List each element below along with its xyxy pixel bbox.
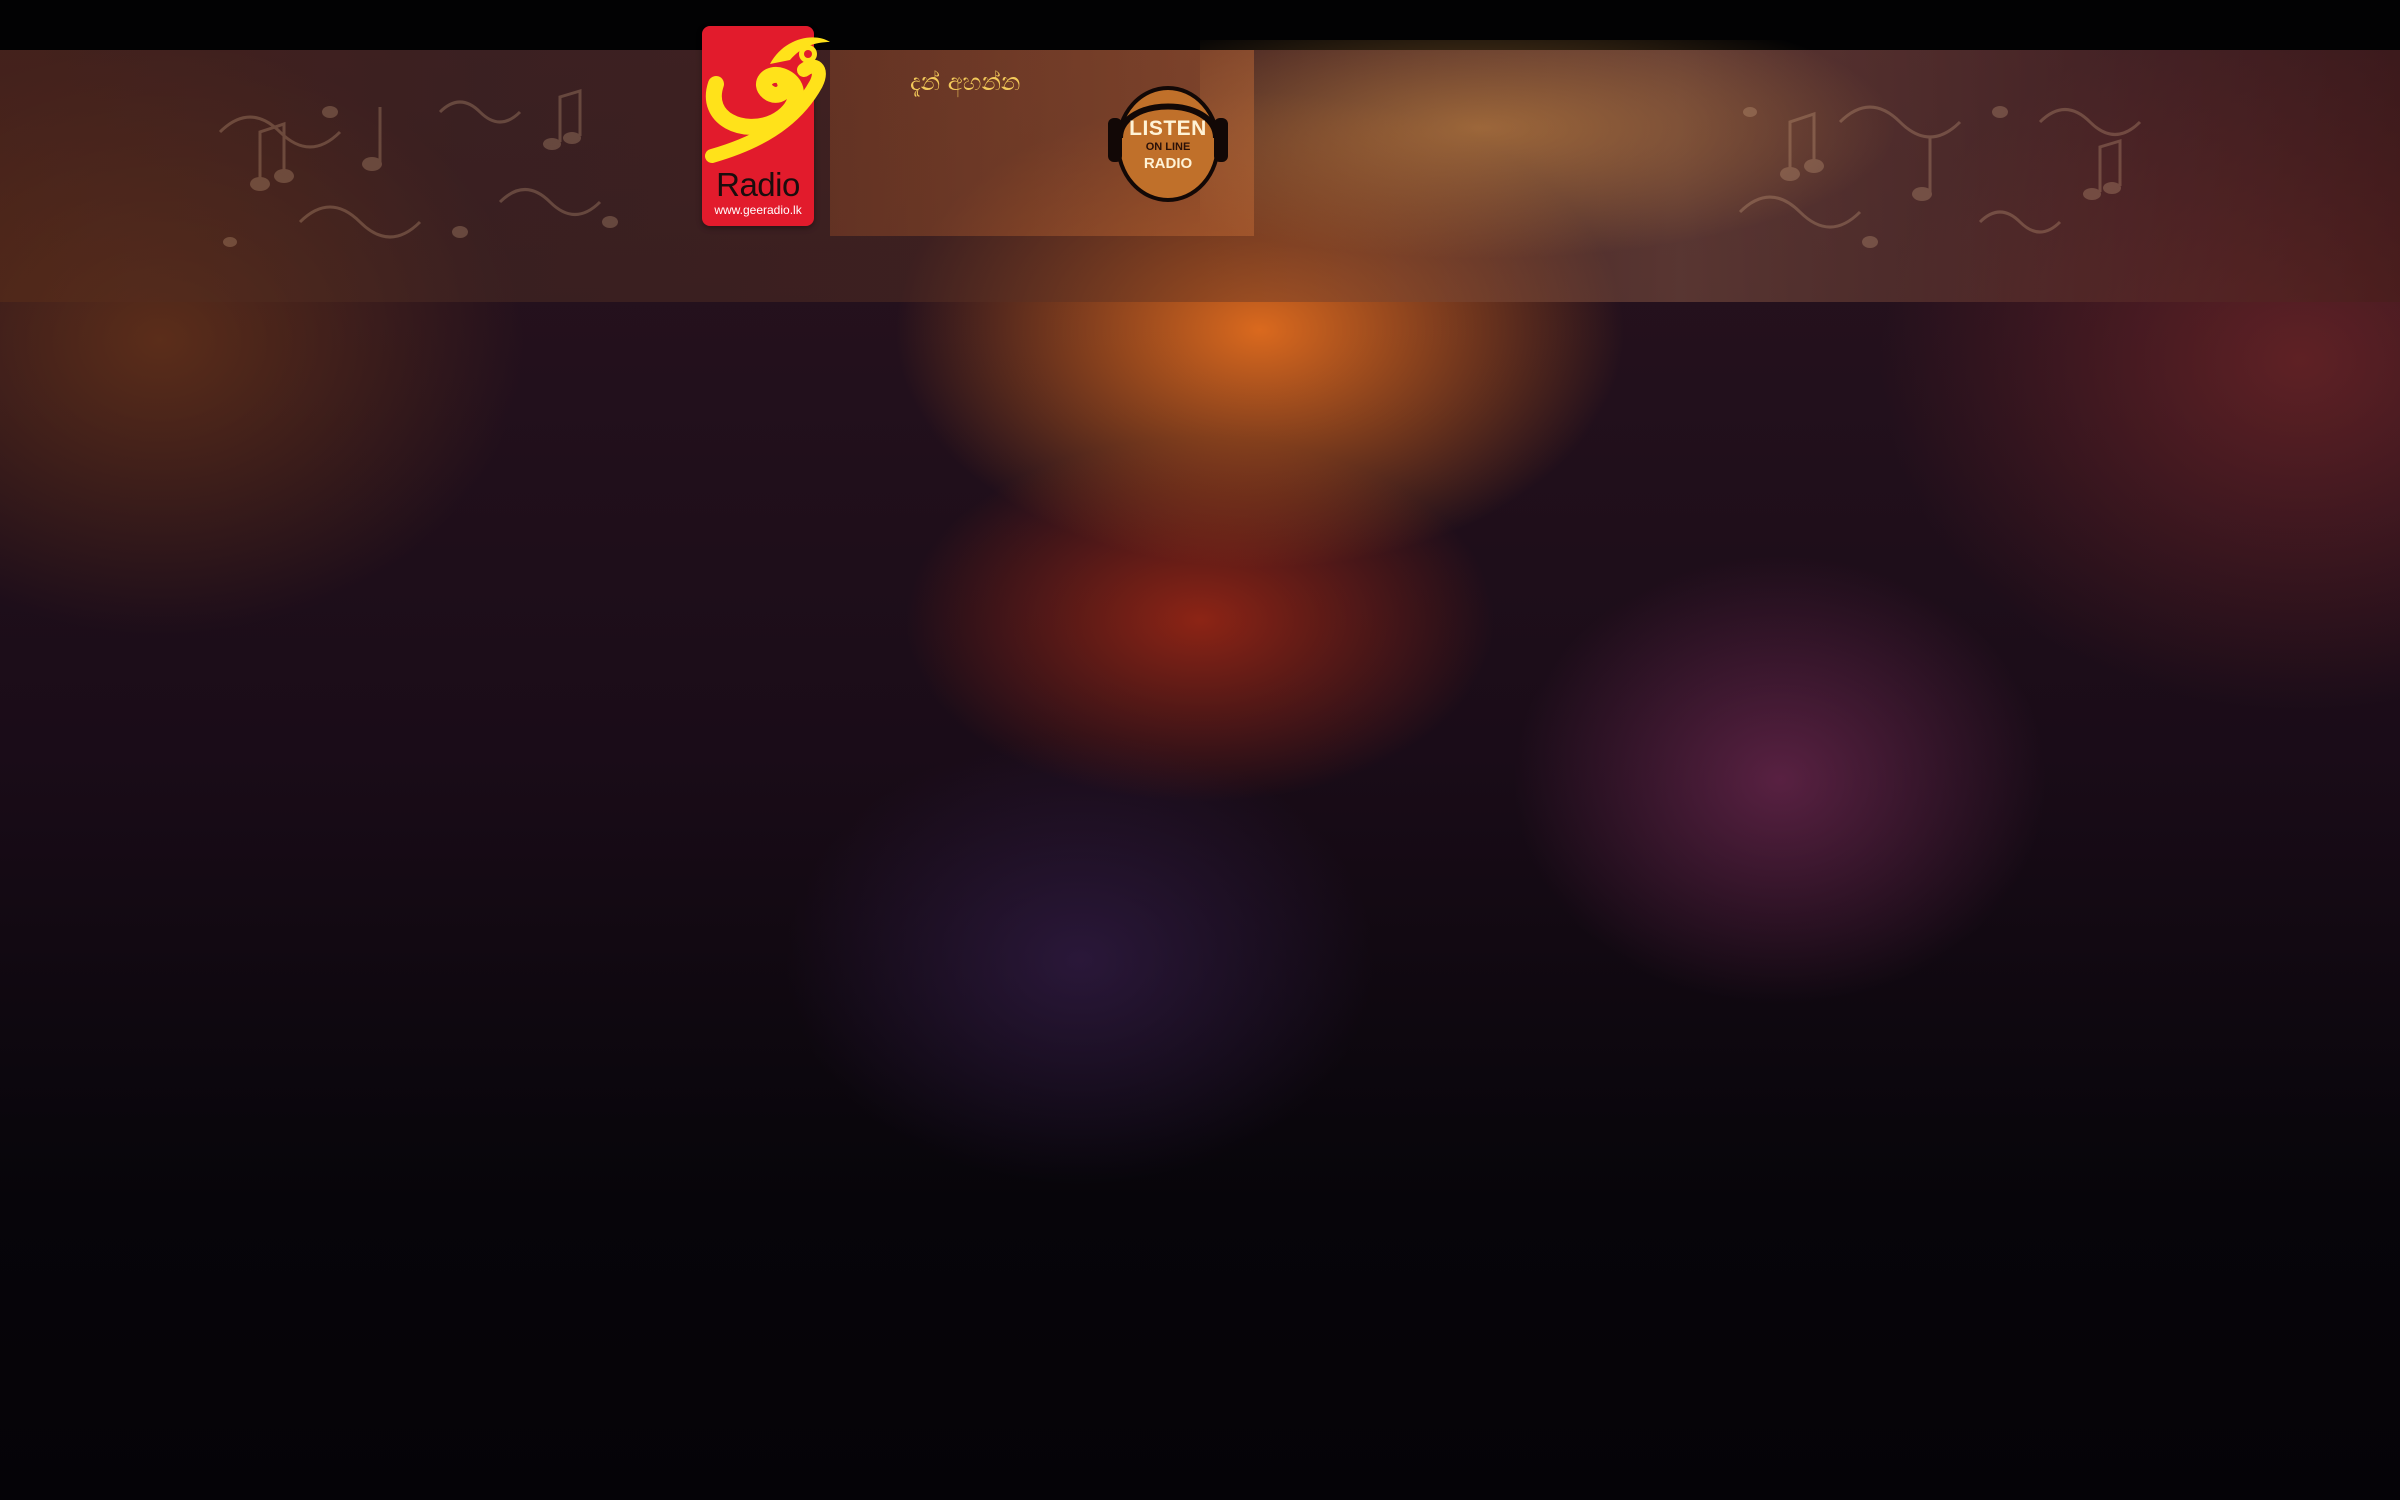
listen-label: LISTEN xyxy=(1129,117,1207,140)
logo-url: www.geeradio.lk xyxy=(714,203,802,217)
gee-radio-logo[interactable]: Radio www.geeradio.lk xyxy=(684,24,838,230)
listen-now-link[interactable]: දැන් අහන්න xyxy=(910,68,1020,96)
gee-letter-logo-icon xyxy=(705,37,830,163)
music-notes-pattern-left xyxy=(218,88,618,247)
listen-online-radio-button[interactable]: LISTEN ON LINE RADIO xyxy=(1106,80,1230,204)
music-notes-pattern-right xyxy=(1738,105,2142,248)
logo-wordmark: Radio xyxy=(716,166,800,203)
online-label: ON LINE xyxy=(1145,141,1191,153)
page-background: Radio www.geeradio.lk දැන් අහන්න LISTEN … xyxy=(0,0,2400,1500)
radio-label: RADIO xyxy=(1143,155,1193,172)
